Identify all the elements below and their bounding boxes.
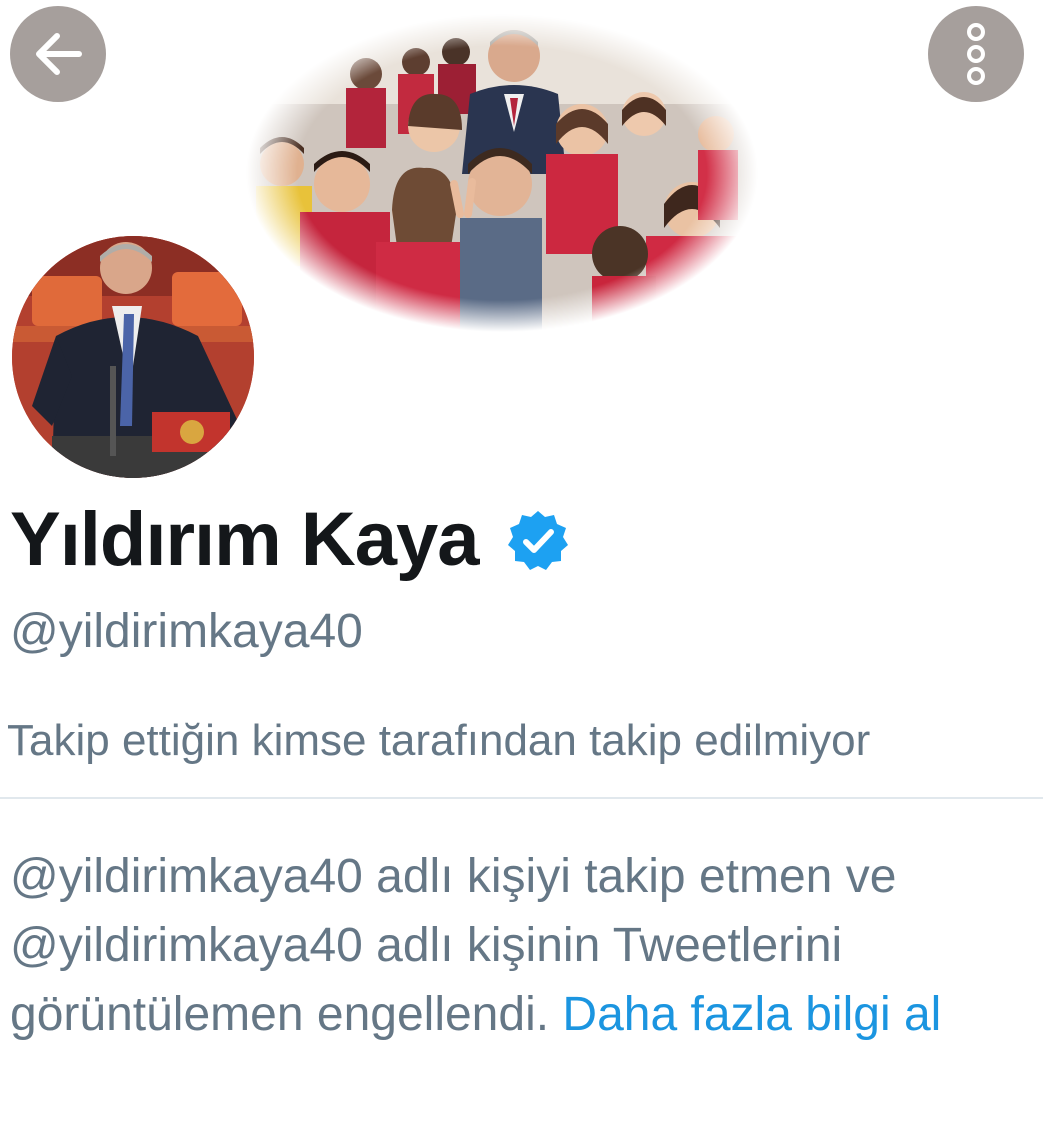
header-banner-image[interactable] <box>246 14 758 332</box>
profile-avatar[interactable] <box>12 236 254 478</box>
display-name: Yıldırım Kaya <box>10 496 480 582</box>
verified-badge-icon <box>507 511 568 570</box>
more-vertical-icon <box>967 23 985 85</box>
profile-name-row: Yıldırım Kaya <box>10 494 571 584</box>
back-button[interactable] <box>10 6 106 102</box>
blocked-notice-line1: @yildirimkaya40 adlı kişiyi takip etmen … <box>10 850 897 903</box>
more-options-button[interactable] <box>928 6 1024 102</box>
profile-handle: @yildirimkaya40 <box>10 605 363 658</box>
arrow-left-icon <box>36 33 82 75</box>
divider <box>0 797 1043 799</box>
blocked-notice-line3: görüntülemen engellendi. <box>10 988 563 1041</box>
follow-context-text: Takip ettiğin kimse tarafından takip edi… <box>7 716 871 765</box>
learn-more-link[interactable]: Daha fazla bilgi al <box>562 988 941 1041</box>
blocked-notice-line2: @yildirimkaya40 adlı kişinin Tweetlerini <box>10 919 843 972</box>
blocked-notice: @yildirimkaya40 adlı kişiyi takip etmen … <box>10 842 1030 1049</box>
